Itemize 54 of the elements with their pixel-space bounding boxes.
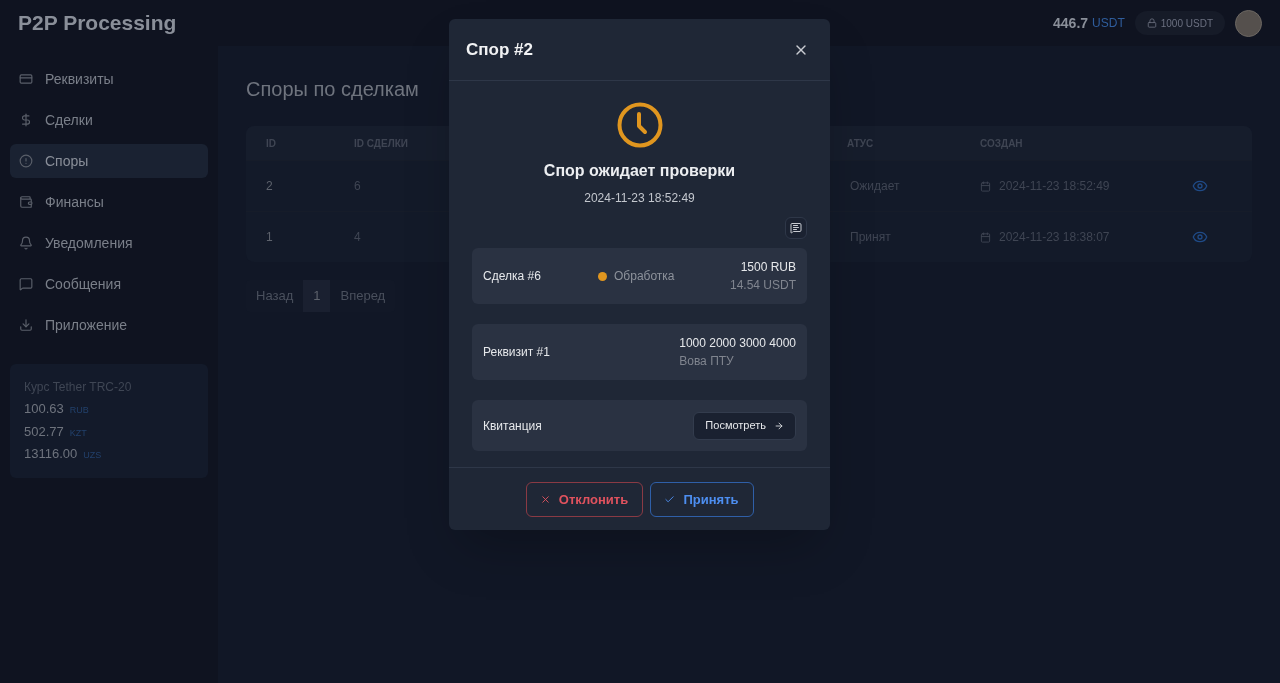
sidebar-item[interactable]: Финансы	[10, 185, 208, 219]
page-button[interactable]: 1	[303, 280, 331, 312]
card-icon	[19, 72, 33, 86]
sidebar-item[interactable]: Уведомления	[10, 226, 208, 260]
balance-amount: 446.7	[1053, 13, 1089, 33]
sidebar-item[interactable]: Споры	[10, 144, 208, 178]
status-time: 2024-11-23 18:52:49	[584, 190, 695, 207]
alert-icon	[19, 154, 33, 168]
rate-value: 13116.00	[24, 445, 78, 463]
dialog-title: Спор #2	[466, 38, 533, 61]
chat-button[interactable]	[785, 217, 807, 239]
dollar-icon	[19, 113, 33, 127]
view-icon[interactable]	[1192, 229, 1208, 245]
sidebar-item[interactable]: Приложение	[10, 308, 208, 342]
deal-label: Сделка #6	[483, 268, 542, 285]
download-icon	[19, 318, 33, 332]
table-cell-text: 1	[266, 229, 274, 246]
deal-amount-usdt: 14.54 USDT	[729, 277, 796, 294]
calendar-icon	[980, 180, 991, 192]
view-icon[interactable]	[1192, 178, 1208, 194]
status-title: Спор ожидает проверки	[543, 161, 736, 181]
accept-button[interactable]: Принять	[649, 482, 754, 517]
frozen-balance-badge[interactable]: 1000 USDT	[1134, 11, 1225, 35]
check-icon	[664, 494, 676, 505]
rate-value: 502.77	[24, 422, 64, 441]
wallet-icon	[19, 195, 33, 209]
sidebar-item[interactable]: Сообщения	[10, 267, 208, 301]
requisite-number: 1000 2000 3000 4000	[679, 335, 796, 352]
rate-unit: UZS	[83, 449, 102, 462]
cross-icon	[539, 494, 551, 505]
arrow-icon	[774, 420, 784, 431]
sidebar-item[interactable]: Сделки	[10, 103, 208, 137]
balance-unit: USDT	[1092, 15, 1125, 32]
avatar[interactable]	[1235, 9, 1262, 37]
table-cell-text: 2	[266, 178, 274, 195]
clock-icon	[615, 101, 664, 149]
rate-value: 100.63	[24, 400, 64, 418]
deal-amount: 1500 RUB	[740, 259, 796, 276]
calendar-icon	[980, 231, 991, 243]
requisite-holder: Вова ПТУ	[679, 353, 734, 370]
lock-icon	[1146, 18, 1157, 28]
reject-button[interactable]: Отклонить	[525, 482, 643, 517]
view-receipt-button[interactable]: Посмотреть	[693, 411, 796, 440]
rate-unit: KZT	[69, 426, 87, 440]
page-title: Споры по сделкам	[246, 77, 420, 102]
brand-title: P2P Processing	[18, 10, 177, 37]
chat-icon	[790, 222, 802, 234]
requisite-label: Реквизит #1	[483, 344, 550, 361]
sidebar-item[interactable]: Реквизиты	[10, 62, 208, 96]
message-icon	[19, 277, 33, 291]
deal-status: Обработка	[614, 268, 675, 285]
rate-unit: RUB	[69, 404, 89, 417]
receipt-label: Квитанция	[483, 417, 542, 435]
bell-icon	[19, 236, 33, 250]
